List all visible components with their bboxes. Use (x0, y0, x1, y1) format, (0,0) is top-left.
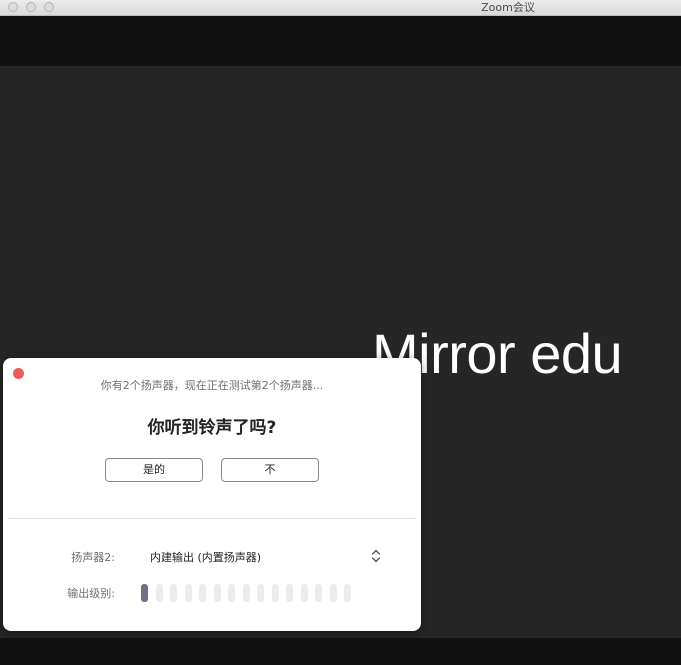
level-segment (141, 584, 148, 602)
dialog-message: 你有2个扬声器，现在正在测试第2个扬声器... (100, 379, 324, 392)
level-segment (213, 584, 221, 602)
no-button[interactable]: 不 (221, 458, 319, 482)
level-segment (286, 584, 293, 602)
level-segment (300, 584, 308, 602)
window-title: Zoom会议 (481, 1, 535, 14)
top-toolbar-area (0, 16, 681, 66)
zoom-meeting-window: Zoom会议 Mirror edu 你有2个扬声器，现在正在测试第2个扬声器..… (0, 0, 681, 665)
level-segment (199, 584, 206, 602)
yes-button[interactable]: 是的 (105, 458, 203, 482)
output-level-label: 输出级别: (67, 587, 115, 600)
level-segment (184, 584, 192, 602)
dialog-question: 你听到铃声了吗? (147, 418, 277, 438)
dialog-divider (9, 518, 415, 519)
level-segment (271, 584, 279, 602)
level-segment (228, 584, 235, 602)
level-segment (344, 584, 351, 602)
level-segment (242, 584, 250, 602)
bottom-toolbar-area (0, 638, 681, 665)
speaker-label: 扬声器2: (71, 551, 115, 564)
level-segment (329, 584, 337, 602)
speaker-select[interactable]: 内建输出 (内置扬声器) (143, 545, 383, 567)
speaker-select-value: 内建输出 (内置扬声器) (150, 551, 262, 564)
level-segment (170, 584, 177, 602)
level-segment (257, 584, 264, 602)
speaker-test-dialog: 你有2个扬声器，现在正在测试第2个扬声器... 你听到铃声了吗? 是的 不 扬声… (3, 358, 421, 631)
output-level-meter (141, 584, 361, 602)
title-bar[interactable]: Zoom会议 (0, 0, 681, 16)
updown-chevron-icon (369, 547, 383, 565)
level-segment (155, 584, 163, 602)
level-segment (315, 584, 322, 602)
